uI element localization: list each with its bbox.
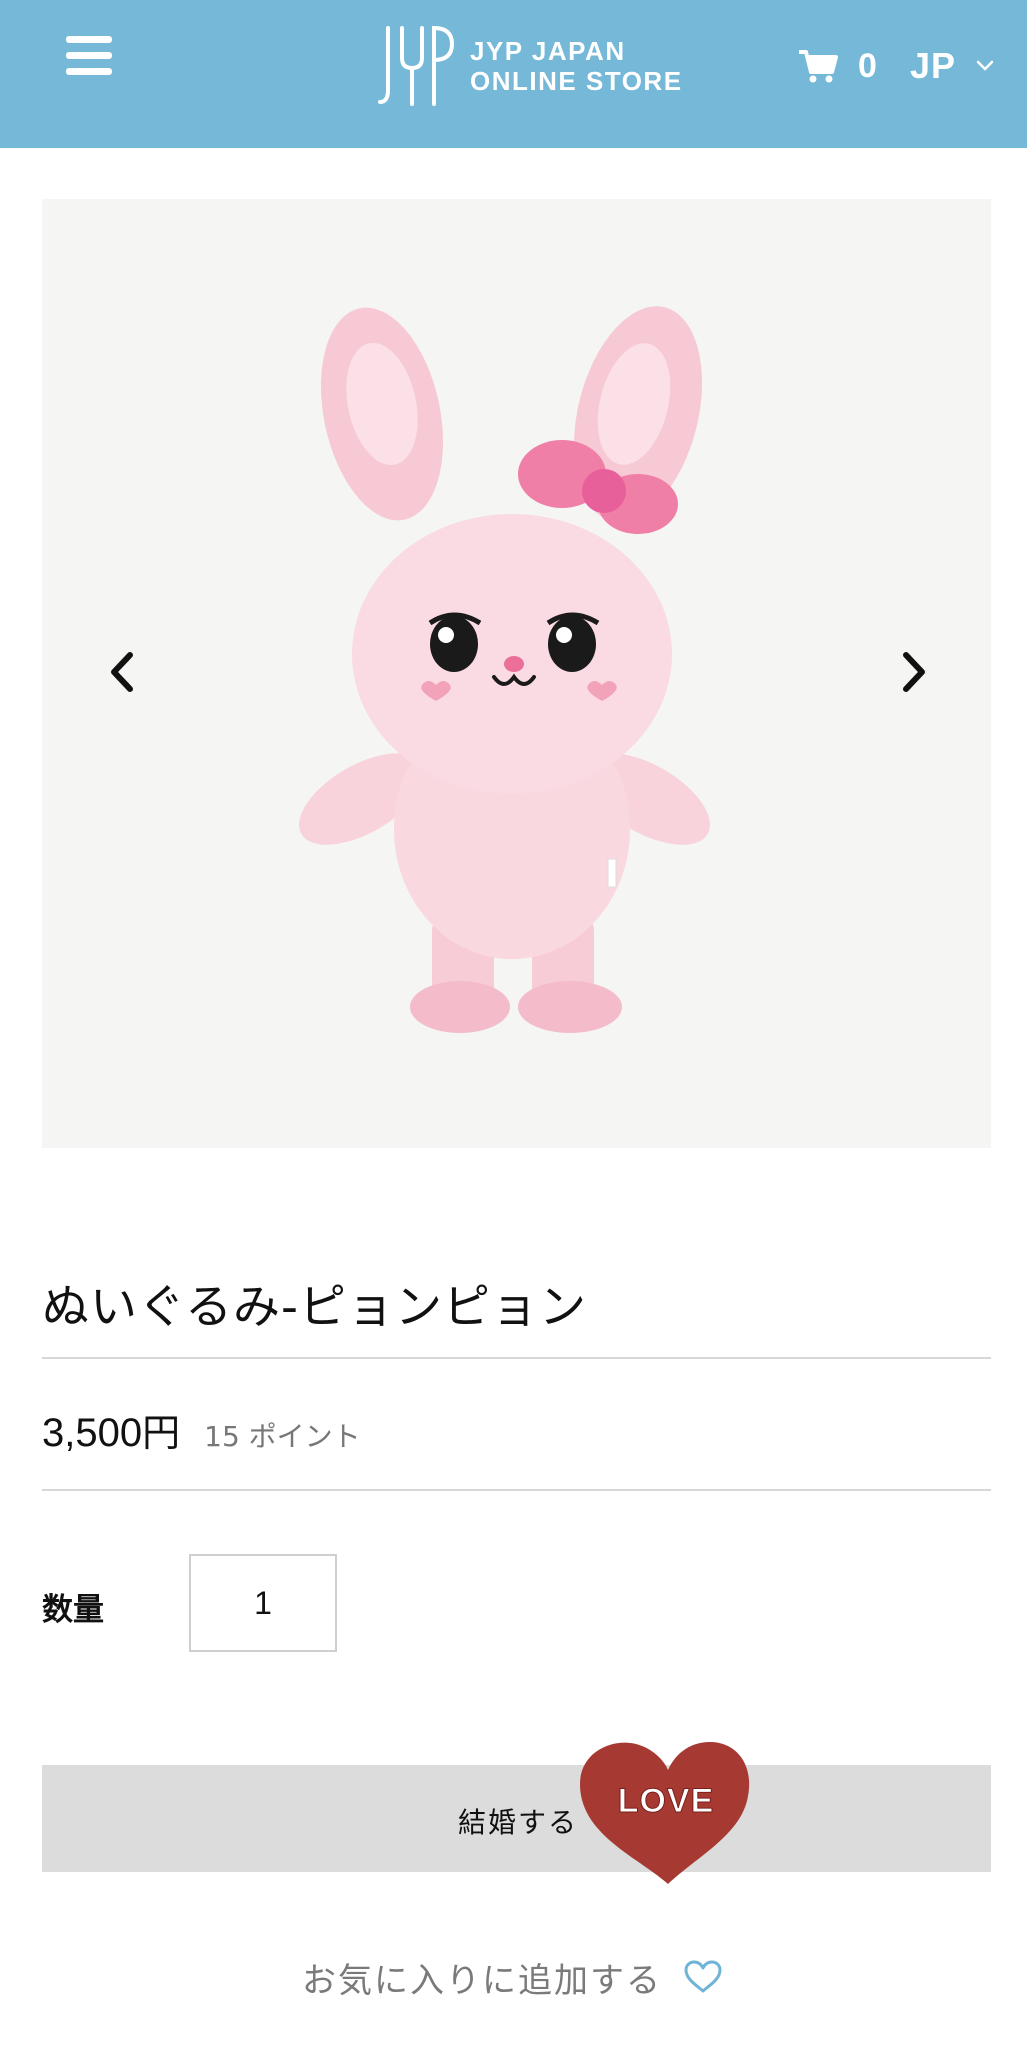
- product-image: [299, 306, 710, 1033]
- shopping-cart-icon: [799, 50, 838, 83]
- brand-line-2: ONLINE STORE: [470, 66, 683, 96]
- chevron-left-icon[interactable]: [98, 647, 148, 697]
- reward-points: 15 ポイント: [204, 1420, 361, 1453]
- love-sticker-text: LOVE: [617, 1782, 715, 1821]
- product-image-gallery: [42, 199, 991, 1148]
- divider: [42, 1489, 991, 1491]
- product-title: ぬいぐるみ-ピョンピョン: [42, 1280, 588, 1335]
- store-logo[interactable]: JYP JAPAN ONLINE STORE: [376, 24, 683, 108]
- brand-line-1: JYP JAPAN: [470, 36, 626, 66]
- add-to-favorites-button[interactable]: お気に入りに追加する: [302, 1952, 722, 2002]
- chevron-down-icon: [976, 60, 994, 71]
- language-label: JP: [910, 45, 957, 86]
- divider: [42, 1357, 991, 1359]
- chevron-right-icon[interactable]: [888, 647, 938, 697]
- store-name: JYP JAPAN ONLINE STORE: [470, 36, 683, 96]
- heart-outline-icon: [684, 1960, 722, 1993]
- jyp-logo-mark: [378, 25, 455, 106]
- language-selector[interactable]: JP: [910, 44, 994, 88]
- favorite-label: お気に入りに追加する: [302, 1960, 662, 2001]
- quantity-label: 数量: [42, 1592, 104, 1628]
- love-heart-sticker: LOVE: [576, 1738, 756, 1886]
- price-number: 3,500: [42, 1411, 143, 1455]
- price-unit: 円: [142, 1411, 181, 1455]
- hamburger-menu-icon[interactable]: [66, 36, 112, 76]
- cart-count: 0: [858, 46, 877, 85]
- quantity-input[interactable]: [189, 1554, 337, 1652]
- add-to-cart-button[interactable]: 結婚する: [42, 1765, 991, 1872]
- site-header: JYP JAPAN ONLINE STORE 0 JP: [0, 0, 1027, 148]
- price-row: 3,500円 15 ポイント: [42, 1402, 361, 1462]
- add-to-cart-label: 結婚する: [458, 1807, 579, 1838]
- cart-button[interactable]: 0: [798, 46, 877, 86]
- product-price: 3,500円: [42, 1402, 180, 1457]
